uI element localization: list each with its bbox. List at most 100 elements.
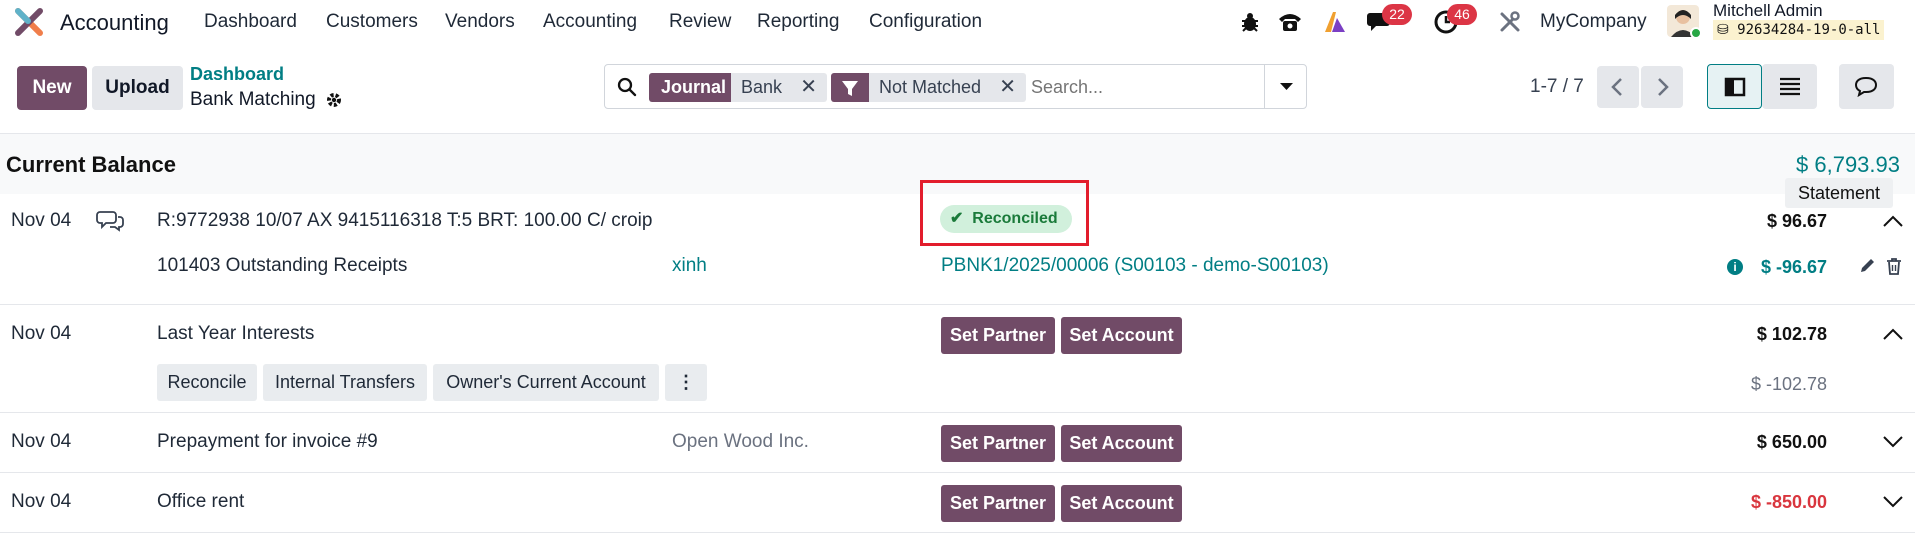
reconciled-status-text: Reconciled	[972, 210, 1058, 227]
chevron-left-icon	[1611, 78, 1622, 96]
line-date[interactable]: Nov 04	[11, 323, 71, 345]
counterpart-account[interactable]: 101403 Outstanding Receipts	[157, 255, 407, 277]
search-input[interactable]	[1031, 74, 1261, 101]
pager-previous-button[interactable]	[1597, 66, 1639, 108]
app-name[interactable]: Accounting	[60, 10, 169, 36]
row-divider	[0, 304, 1915, 305]
line-label[interactable]: Prepayment for invoice #9	[157, 431, 378, 453]
chatter-comments-icon[interactable]	[96, 210, 124, 232]
row-divider	[0, 472, 1915, 473]
counterpart-partner[interactable]: xinh	[672, 255, 707, 277]
delete-trash-icon[interactable]	[1886, 257, 1902, 275]
search-dropdown-toggle[interactable]	[1264, 65, 1307, 108]
line-amount: $ 96.67	[1766, 211, 1827, 231]
facet-journal-value: Bank ✕	[731, 73, 827, 102]
info-icon[interactable]: i	[1727, 259, 1743, 275]
set-partner-button[interactable]: Set Partner	[941, 425, 1055, 462]
facet-filter-value-text: Not Matched	[879, 77, 982, 97]
line-amount: $ -850.00	[1750, 492, 1827, 512]
caret-down-icon	[1280, 83, 1293, 90]
row-divider	[0, 412, 1915, 413]
line-date[interactable]: Nov 04	[11, 431, 71, 453]
debug-bug-icon[interactable]	[1240, 11, 1260, 33]
facet-remove-icon[interactable]: ✕	[800, 73, 817, 102]
database-label: ⛁ 92634284-19-0-all	[1713, 20, 1885, 40]
menu-customers[interactable]: Customers	[326, 11, 418, 33]
main-navbar: Accounting Dashboard Customers Vendors A…	[0, 0, 1915, 46]
line-date[interactable]: Nov 04	[11, 210, 71, 232]
row-divider	[0, 532, 1915, 533]
collapse-chevron-up-icon[interactable]	[1882, 326, 1904, 342]
facet-filter[interactable]: Not Matched ✕	[831, 73, 1026, 102]
facet-journal-value-text: Bank	[741, 77, 783, 97]
facet-journal[interactable]: Journal Bank ✕	[649, 73, 827, 102]
internal-transfers-button[interactable]: Internal Transfers	[263, 364, 427, 401]
line-label[interactable]: R:9772938 10/07 AX 9415116318 T:5 BRT: 1…	[157, 210, 652, 232]
search-bar: Journal Bank ✕ Not Matched ✕	[604, 64, 1307, 109]
statement-tooltip: Statement	[1785, 178, 1893, 208]
balance-label: Current Balance	[6, 152, 176, 177]
kanban-icon	[1724, 77, 1746, 97]
vertical-ellipsis-icon: ⋮	[677, 372, 695, 392]
company-switcher[interactable]: MyCompany	[1540, 11, 1647, 33]
chevron-right-icon	[1658, 78, 1669, 96]
chat-bubble-icon	[1854, 76, 1878, 98]
menu-accounting[interactable]: Accounting	[543, 11, 637, 33]
set-partner-button[interactable]: Set Partner	[941, 485, 1055, 522]
menu-review[interactable]: Review	[669, 11, 731, 33]
owners-current-account-button[interactable]: Owner's Current Account	[433, 364, 659, 401]
more-options-button[interactable]: ⋮	[665, 364, 707, 401]
set-account-button[interactable]: Set Account	[1061, 317, 1182, 354]
database-icon: ⛁	[1717, 22, 1738, 38]
upload-button[interactable]: Upload	[92, 66, 183, 110]
menu-vendors[interactable]: Vendors	[445, 11, 515, 33]
line-amount: $ 102.78	[1756, 324, 1827, 344]
messages-badge: 22	[1382, 4, 1412, 25]
line-date[interactable]: Nov 04	[11, 491, 71, 513]
expand-chevron-down-icon[interactable]	[1882, 434, 1904, 450]
menu-reporting[interactable]: Reporting	[757, 11, 839, 33]
residual-amount: $ -102.78	[1750, 374, 1827, 394]
counterpart-reference[interactable]: PBNK1/2025/00006 (S00103 - demo-S00103)	[941, 255, 1329, 277]
pager-next-button[interactable]	[1641, 66, 1683, 108]
user-name[interactable]: Mitchell Admin	[1713, 1, 1823, 21]
check-icon: ✔	[950, 210, 973, 227]
expand-chevron-down-icon[interactable]	[1882, 494, 1904, 510]
line-amount: $ 650.00	[1756, 432, 1827, 452]
balance-value[interactable]: $ 6,793.93	[1700, 152, 1900, 178]
line-partner[interactable]: Open Wood Inc.	[672, 431, 809, 453]
activities-badge: 46	[1447, 4, 1477, 25]
gear-icon[interactable]	[325, 91, 343, 109]
breadcrumb-dashboard[interactable]: Dashboard	[190, 64, 284, 85]
app-logo-icon[interactable]	[14, 7, 44, 37]
facet-journal-label: Journal	[649, 73, 731, 102]
new-button[interactable]: New	[17, 66, 87, 110]
phone-icon[interactable]	[1277, 11, 1303, 33]
facet-filter-value: Not Matched ✕	[869, 73, 1026, 102]
set-partner-button[interactable]: Set Partner	[941, 317, 1055, 354]
facet-remove-icon[interactable]: ✕	[999, 73, 1016, 102]
pager-value[interactable]: 1-7 / 7	[1530, 76, 1584, 98]
breadcrumb-current: Bank Matching	[190, 89, 316, 110]
line-label[interactable]: Office rent	[157, 491, 244, 513]
set-account-button[interactable]: Set Account	[1061, 485, 1182, 522]
set-account-button[interactable]: Set Account	[1061, 425, 1182, 462]
chatter-toggle-button[interactable]	[1839, 64, 1894, 109]
reconciled-status-badge: ✔ Reconciled	[940, 205, 1072, 233]
menu-configuration[interactable]: Configuration	[869, 11, 982, 33]
kanban-view-button[interactable]	[1707, 64, 1762, 109]
counterpart-amount[interactable]: $ -96.67	[1750, 257, 1827, 278]
line-label[interactable]: Last Year Interests	[157, 323, 314, 345]
list-view-button[interactable]	[1762, 64, 1817, 109]
ai-icon[interactable]	[1323, 10, 1347, 34]
settings-tools-icon[interactable]	[1499, 11, 1521, 33]
menu-dashboard[interactable]: Dashboard	[204, 11, 297, 33]
list-icon	[1780, 77, 1800, 96]
filter-funnel-icon	[831, 73, 869, 102]
user-online-dot	[1690, 27, 1702, 39]
database-name: 92634284-19-0-all	[1737, 22, 1881, 38]
search-icon[interactable]	[617, 77, 637, 97]
collapse-chevron-up-icon[interactable]	[1882, 213, 1904, 229]
reconcile-button[interactable]: Reconcile	[157, 364, 257, 401]
edit-pencil-icon[interactable]	[1858, 257, 1876, 275]
